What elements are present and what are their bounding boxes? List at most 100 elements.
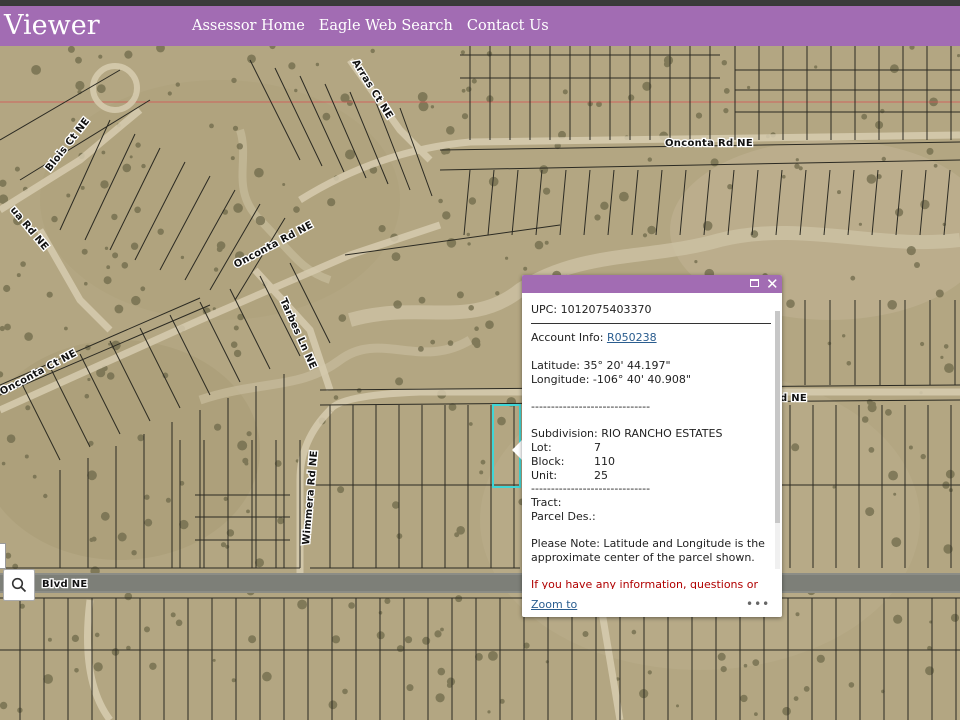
shrub xyxy=(793,696,799,701)
shrub xyxy=(130,242,139,250)
nav-assessor-home[interactable]: Assessor Home xyxy=(192,18,305,34)
shrub xyxy=(468,305,475,311)
shrub xyxy=(216,246,223,253)
popup-scrollbar-thumb[interactable] xyxy=(775,311,780,523)
shrub xyxy=(861,113,868,120)
shrub xyxy=(91,536,97,542)
road-label-onconta-rd-upper: Onconta Rd NE xyxy=(665,138,753,149)
shrub xyxy=(157,228,164,235)
shrub xyxy=(84,393,90,399)
shrub xyxy=(134,206,141,214)
shrub xyxy=(442,211,451,220)
lot-label: Lot: xyxy=(531,441,552,454)
shrub xyxy=(582,631,589,637)
shrub xyxy=(816,654,825,663)
shrub xyxy=(376,631,385,640)
shrub xyxy=(167,91,172,96)
shrub xyxy=(539,165,549,174)
shrub xyxy=(342,688,348,695)
shrub xyxy=(93,662,103,672)
subdivision-text: Subdivision: RIO RANCHO ESTATES xyxy=(531,427,723,440)
shrub xyxy=(803,686,810,692)
shrub xyxy=(337,486,345,494)
shrub xyxy=(131,550,137,556)
block-value: 110 xyxy=(594,455,615,468)
search-button[interactable] xyxy=(3,569,35,601)
shrub xyxy=(895,208,904,217)
shrub xyxy=(43,674,53,684)
parcel-popup: ✕ UPC: 1012075403370 Account Info: R0502… xyxy=(522,275,782,617)
shrub xyxy=(474,326,479,332)
close-icon[interactable]: ✕ xyxy=(766,275,779,293)
shrub xyxy=(231,678,236,683)
shrub xyxy=(908,445,913,450)
shrub xyxy=(594,214,601,221)
shrub xyxy=(888,470,898,481)
account-link[interactable]: R050238 xyxy=(607,331,657,344)
separator-1: ------------------------------ xyxy=(531,400,651,413)
shrub xyxy=(543,187,551,195)
shrub xyxy=(14,166,20,172)
shrub xyxy=(4,323,11,331)
shrub xyxy=(479,470,484,475)
shrub xyxy=(435,693,445,703)
shrub xyxy=(417,92,428,102)
shrub xyxy=(743,663,748,668)
shrub xyxy=(717,652,726,661)
shrub xyxy=(795,612,800,617)
shrub xyxy=(393,300,402,309)
shrub xyxy=(471,78,477,84)
shrub xyxy=(723,88,730,94)
shrub xyxy=(248,635,257,644)
shrub xyxy=(294,88,298,93)
shrub xyxy=(129,155,133,159)
lot-row: Lot: 7 xyxy=(531,441,601,455)
shrub xyxy=(740,694,748,703)
shrub xyxy=(288,62,296,70)
note-line-1: Please Note: Latitude and Longitude is t… xyxy=(531,537,765,550)
shrub xyxy=(122,163,132,173)
shrub xyxy=(141,163,146,169)
aerial-map[interactable]: Arras Ct NE Blois Ct NE Onconta Rd NE On… xyxy=(0,46,960,720)
shrub xyxy=(87,470,97,481)
shrub xyxy=(16,273,21,278)
shrub xyxy=(786,299,795,309)
shrub xyxy=(920,341,925,347)
shrub xyxy=(233,349,242,358)
shrub xyxy=(209,123,214,129)
nav-eagle-web-search[interactable]: Eagle Web Search xyxy=(319,18,453,34)
shrub xyxy=(214,423,222,431)
shrub xyxy=(866,174,877,184)
shrub xyxy=(694,260,698,264)
shrub xyxy=(438,198,443,204)
shrub xyxy=(906,246,916,256)
shrub xyxy=(103,276,112,285)
shrub xyxy=(237,440,248,451)
zoom-to-link[interactable]: Zoom to xyxy=(531,598,577,611)
shrub xyxy=(456,526,466,535)
shrub xyxy=(647,225,656,235)
shrub xyxy=(121,262,129,269)
shrub xyxy=(179,519,189,530)
shrub xyxy=(124,50,133,59)
map-control-edge[interactable] xyxy=(0,543,6,569)
shrub xyxy=(331,635,341,644)
shrub xyxy=(144,518,153,527)
nav-contact-us[interactable]: Contact Us xyxy=(467,18,549,34)
lot-value: 7 xyxy=(594,441,601,454)
shrub xyxy=(695,112,703,119)
maximize-icon[interactable] xyxy=(750,279,759,287)
map-view[interactable]: Arras Ct NE Blois Ct NE Onconta Rd NE On… xyxy=(0,46,960,720)
popup-header: ✕ xyxy=(522,275,782,293)
shrub xyxy=(446,126,455,135)
shrub xyxy=(131,295,141,306)
shrub xyxy=(348,602,355,609)
shrub xyxy=(868,447,875,453)
shrub xyxy=(392,501,400,509)
account-label: Account Info: xyxy=(531,331,607,344)
block-row: Block: 110 xyxy=(531,455,615,469)
shrub xyxy=(867,403,877,413)
app-title: Viewer xyxy=(4,10,100,41)
more-actions-icon[interactable]: ••• xyxy=(746,597,770,611)
shrub xyxy=(346,100,353,106)
